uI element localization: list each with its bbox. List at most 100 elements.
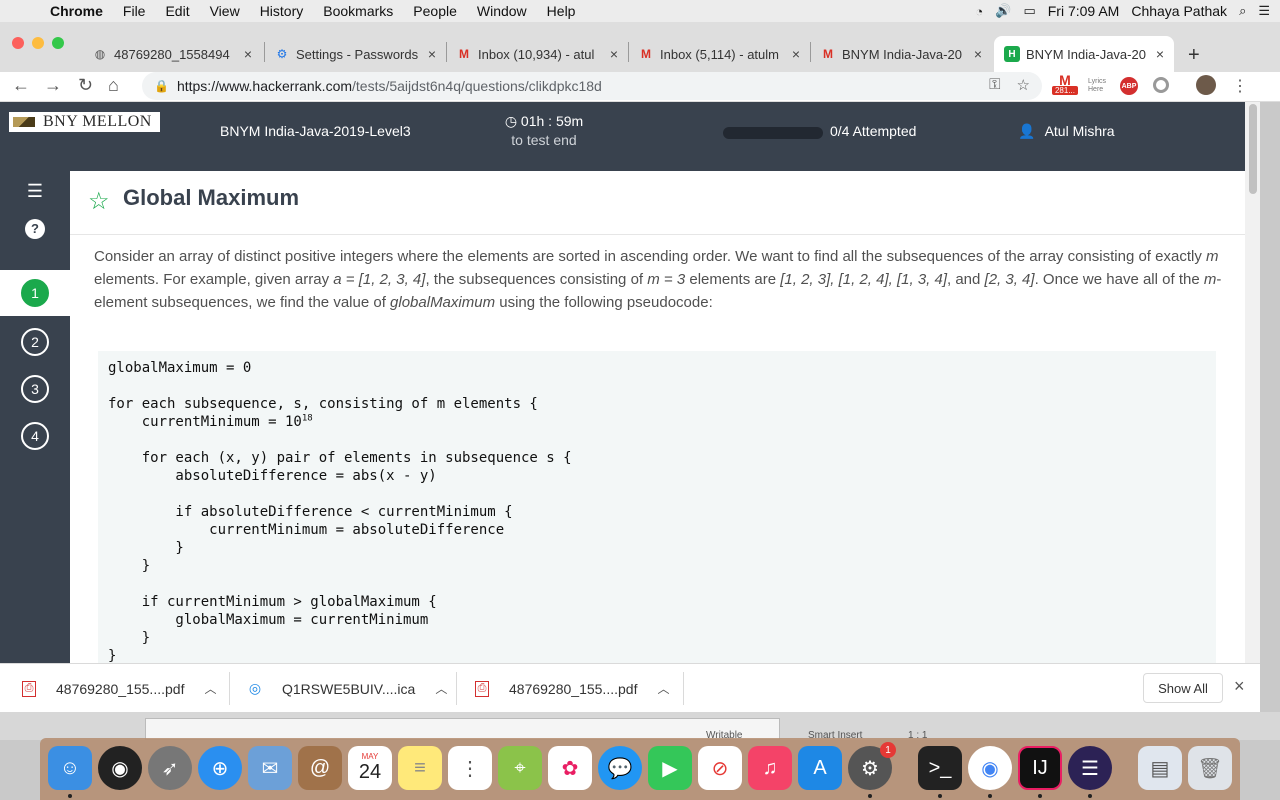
chevron-up-icon[interactable]: ︿: [657, 680, 669, 697]
news-icon[interactable]: ⊘: [698, 746, 742, 790]
help-icon[interactable]: ?: [25, 219, 45, 239]
tab-pdf[interactable]: ◍ 48769280_1558494 ×: [82, 36, 262, 72]
reload-icon[interactable]: ↻: [78, 75, 93, 96]
url-path: /tests/5aijdst6n4q/questions/clikdpkc18d: [352, 78, 602, 94]
contacts-icon[interactable]: @: [298, 746, 342, 790]
music-icon[interactable]: ♫: [748, 746, 792, 790]
maps-icon[interactable]: ⌖: [498, 746, 542, 790]
zoom-window-button[interactable]: [52, 37, 64, 49]
gmail-extension-icon[interactable]: M 281...: [1052, 73, 1078, 98]
chrome-icon[interactable]: ◉: [968, 746, 1012, 790]
app-store-icon[interactable]: A: [798, 746, 842, 790]
page-viewport: BNY MELLON BNYM India-Java-2019-Level3 ◷…: [0, 102, 1245, 663]
new-tab-button[interactable]: +: [1188, 44, 1200, 67]
code-line: for each subsequence, s, consisting of m…: [108, 396, 538, 412]
menu-bookmarks[interactable]: Bookmarks: [313, 3, 403, 19]
close-icon[interactable]: ×: [974, 46, 982, 62]
menu-history[interactable]: History: [250, 3, 314, 19]
question-nav-4[interactable]: 4: [21, 422, 49, 450]
chevron-up-icon[interactable]: ︿: [204, 680, 216, 697]
question-nav-2[interactable]: 2: [21, 328, 49, 356]
list-icon[interactable]: ☰: [0, 181, 70, 202]
tab-hackerrank-active[interactable]: H BNYM India-Java-20 ×: [994, 36, 1174, 72]
spotlight-icon[interactable]: ⌕: [1239, 3, 1246, 19]
page-scrollbar[interactable]: [1245, 102, 1260, 663]
lyrics-extension-icon[interactable]: Lyrics Here: [1088, 78, 1108, 94]
menu-view[interactable]: View: [200, 3, 250, 19]
chevron-up-icon[interactable]: ︿: [435, 680, 447, 697]
wifi-icon[interactable]: ◔: [975, 4, 983, 19]
documents-folder-icon[interactable]: ▤: [1138, 746, 1182, 790]
download-item[interactable]: ⎙ 48769280_155....pdf ︿: [475, 664, 669, 713]
eclipse-icon[interactable]: ☰: [1068, 746, 1112, 790]
tab-settings-passwords[interactable]: ⚙ Settings - Passwords ×: [264, 36, 446, 72]
mail-icon[interactable]: ✉: [248, 746, 292, 790]
photos-icon[interactable]: ✿: [548, 746, 592, 790]
minimize-window-button[interactable]: [32, 37, 44, 49]
tab-inbox-2[interactable]: M Inbox (5,114) - atulm ×: [628, 36, 810, 72]
bookmark-star-icon[interactable]: ☆: [1017, 76, 1030, 94]
question-nav-1[interactable]: 1: [0, 270, 70, 316]
code-line: for each (x, y) pair of elements in subs…: [108, 450, 572, 466]
safari-icon[interactable]: ⊕: [198, 746, 242, 790]
close-icon[interactable]: ×: [792, 46, 800, 62]
battery-icon[interactable]: ▭: [1023, 3, 1035, 19]
finder-icon[interactable]: ☺: [48, 746, 92, 790]
siri-icon[interactable]: ◉: [98, 746, 142, 790]
show-all-downloads-button[interactable]: Show All: [1143, 673, 1223, 703]
close-icon[interactable]: ×: [244, 46, 252, 62]
bookmark-star-icon[interactable]: ☆: [88, 187, 110, 216]
back-arrow-icon[interactable]: ←: [12, 75, 30, 96]
launchpad-icon[interactable]: ➶: [148, 746, 192, 790]
gmail-icon: M: [641, 47, 651, 61]
close-icon[interactable]: ×: [428, 46, 436, 62]
browser-toolbar: ← → ↻ ⌂ 🔒 https://www.hackerrank.com/tes…: [0, 72, 1280, 102]
tab-bnym-mail[interactable]: M BNYM India-Java-20 ×: [810, 36, 992, 72]
close-icon[interactable]: ×: [1156, 46, 1164, 62]
menu-app[interactable]: Chrome: [40, 3, 113, 19]
messages-icon[interactable]: 💬: [598, 746, 642, 790]
calendar-icon[interactable]: MAY 24: [348, 746, 392, 790]
extension-circle-icon[interactable]: [1153, 77, 1169, 93]
question-nav-3[interactable]: 3: [21, 375, 49, 403]
trash-icon[interactable]: 🗑: [1188, 746, 1232, 790]
question-number: 1: [21, 279, 49, 307]
forward-arrow-icon[interactable]: →: [44, 75, 62, 96]
system-preferences-icon[interactable]: ⚙ 1: [848, 742, 896, 790]
avatar[interactable]: [1196, 75, 1216, 95]
tab-inbox-1[interactable]: M Inbox (10,934) - atul ×: [446, 36, 628, 72]
terminal-icon[interactable]: >_: [918, 746, 962, 790]
close-window-button[interactable]: [12, 37, 24, 49]
download-item[interactable]: ⎙ 48769280_155....pdf ︿: [22, 664, 216, 713]
key-icon[interactable]: ⚿: [989, 76, 1000, 94]
adblock-extension-icon[interactable]: ABP: [1120, 77, 1138, 95]
gear-icon: ⚙: [276, 47, 288, 61]
facetime-icon[interactable]: ▶: [648, 746, 692, 790]
close-icon[interactable]: ×: [1234, 676, 1245, 697]
menu-help[interactable]: Help: [537, 3, 586, 19]
tab-strip: ◍ 48769280_1558494 × ⚙ Settings - Passwo…: [0, 22, 1280, 72]
menu-window[interactable]: Window: [467, 3, 537, 19]
close-icon[interactable]: ×: [610, 46, 618, 62]
volume-icon[interactable]: 🔊: [995, 3, 1011, 19]
intellij-icon[interactable]: IJ: [1018, 746, 1062, 790]
menu-file[interactable]: File: [113, 3, 156, 19]
menu-edit[interactable]: Edit: [155, 3, 199, 19]
question-content: ☆ Global Maximum Consider an array of di…: [70, 171, 1245, 663]
notes-icon[interactable]: ≡: [398, 746, 442, 790]
reminders-icon[interactable]: ⋮: [448, 746, 492, 790]
lock-icon[interactable]: 🔒: [154, 79, 169, 93]
menu-clock[interactable]: Fri 7:09 AM: [1048, 3, 1120, 19]
menu-people[interactable]: People: [403, 3, 467, 19]
address-bar[interactable]: 🔒 https://www.hackerrank.com/tests/5aijd…: [142, 72, 1042, 100]
bny-mellon-logo: BNY MELLON: [9, 112, 160, 132]
download-item[interactable]: ◎ Q1RSWE5BUIV....ica ︿: [248, 664, 447, 713]
scrollbar-thumb[interactable]: [1249, 104, 1257, 194]
user-menu[interactable]: 👤 Atul Mishra: [1018, 123, 1115, 140]
menu-user[interactable]: Chhaya Pathak: [1131, 3, 1227, 19]
code-line: ​: [108, 431, 1206, 449]
menu-dots-icon[interactable]: ⋮: [1232, 76, 1248, 96]
home-icon[interactable]: ⌂: [108, 75, 119, 96]
question-sidebar: ☰ ? 1 2 3 4: [0, 171, 70, 663]
notification-center-icon[interactable]: ☰: [1258, 3, 1270, 19]
